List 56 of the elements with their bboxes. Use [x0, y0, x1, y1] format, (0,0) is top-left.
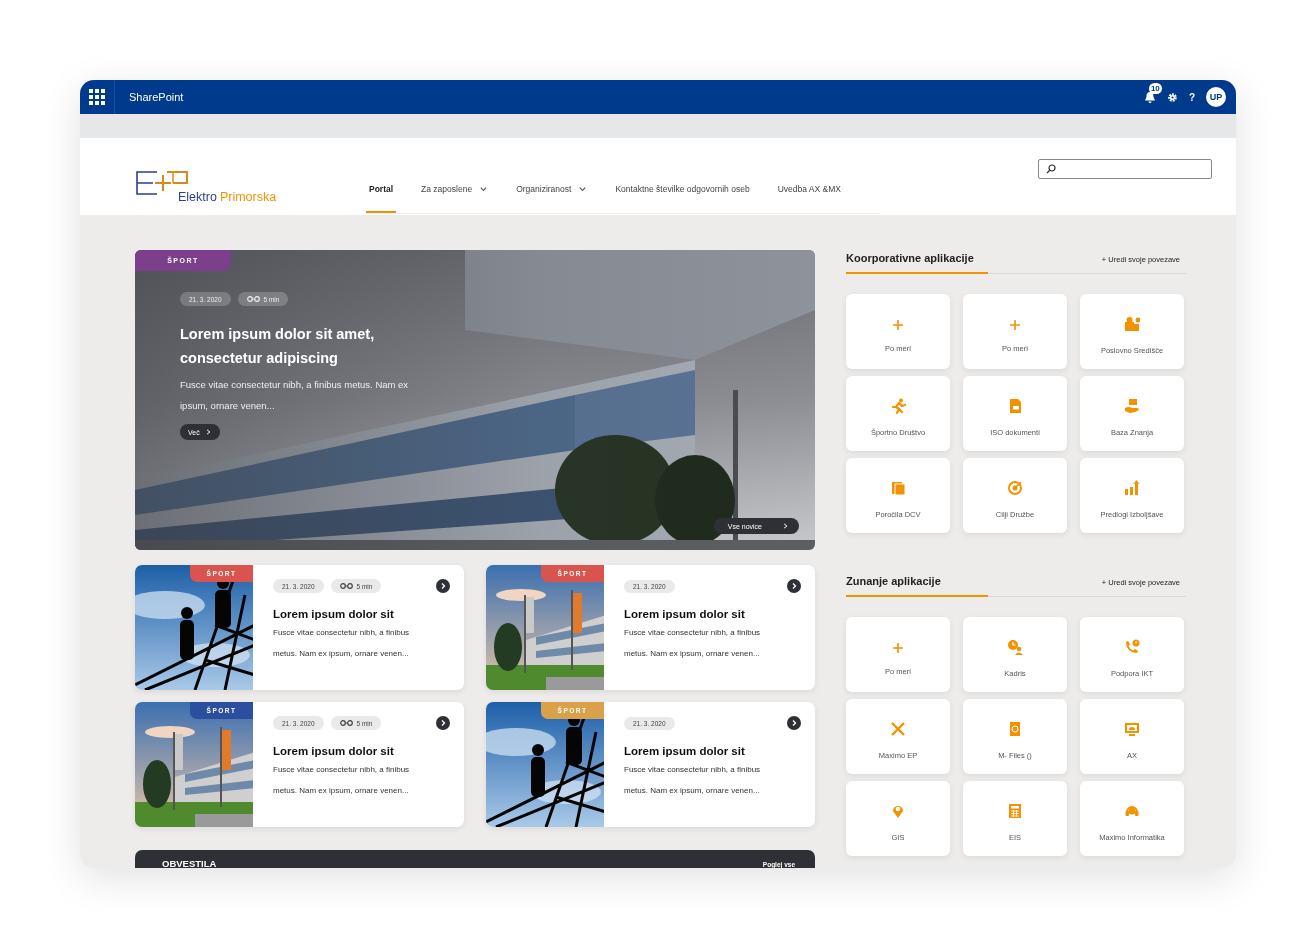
- news-excerpt: Fusce vitae consectetur nibh, a finibus metus. Nam ex ipsum, ornare venen...: [180, 378, 410, 413]
- app-icon: [1007, 721, 1023, 737]
- arrow-button[interactable]: [436, 579, 450, 593]
- glasses-icon: [339, 582, 353, 590]
- section-title: OBVESTILA: [162, 858, 217, 868]
- search-field[interactable]: [1038, 159, 1212, 179]
- chevron-right-icon: [782, 522, 789, 530]
- help-button[interactable]: ?: [1188, 91, 1195, 103]
- app-icon: [1007, 639, 1023, 655]
- app-icon: [1124, 316, 1140, 332]
- search-icon: [1046, 164, 1056, 174]
- section-title: Koorporativne aplikacije: [846, 252, 974, 264]
- app-icon: [1007, 398, 1023, 414]
- section-title: Zunanje aplikacije: [846, 575, 941, 587]
- app-icon: [1007, 480, 1023, 496]
- app-icon: [1124, 721, 1140, 737]
- app-icon: [890, 803, 906, 819]
- notification-badge: 10: [1148, 82, 1162, 94]
- logo-text: Primorska: [219, 190, 277, 204]
- user-avatar[interactable]: UP: [1206, 87, 1226, 107]
- news-title: Lorem ipsum dolor sit: [624, 745, 746, 757]
- app-icon: [1007, 803, 1023, 819]
- app-icon: [890, 480, 906, 496]
- nav-tab[interactable]: Portal: [366, 184, 397, 213]
- app-icon: [890, 721, 906, 737]
- nav-tab[interactable]: Kontaktne številke odgovornih oseb: [612, 184, 753, 213]
- news-title: Lorem ipsum dolor sit amet, consectetur adipiscing: [180, 325, 376, 368]
- app-icon: [890, 398, 906, 414]
- news-excerpt: Fusce vitae consectetur nibh, a finibus metus. Nam ex ipsum, ornare venen...: [624, 627, 762, 660]
- bell-icon[interactable]: [1143, 90, 1156, 104]
- nav-tab[interactable]: Za zaposlene: [418, 184, 492, 213]
- glasses-icon: [246, 295, 260, 303]
- arrow-button[interactable]: [787, 716, 801, 730]
- app-icon: [1124, 480, 1140, 496]
- app-launcher-icon[interactable]: [89, 89, 105, 105]
- logo-text: Elektro: [178, 190, 217, 204]
- news-excerpt: Fusce vitae consectetur nibh, a finibus metus. Nam ex ipsum, ornare venen...: [273, 764, 411, 797]
- plus-icon: [893, 643, 903, 653]
- nav-tab[interactable]: Uvedba AX &MX: [774, 184, 844, 213]
- plus-icon: [893, 320, 903, 330]
- news-excerpt: Fusce vitae consectetur nibh, a finibus metus. Nam ex ipsum, ornare venen...: [624, 764, 762, 797]
- arrow-button[interactable]: [436, 716, 450, 730]
- arrow-button[interactable]: [787, 579, 801, 593]
- news-excerpt: Fusce vitae consectetur nibh, a finibus metus. Nam ex ipsum, ornare venen...: [273, 627, 411, 660]
- settings-icon[interactable]: [1166, 91, 1178, 103]
- plus-icon: [1010, 320, 1020, 330]
- chevron-right-icon: [204, 428, 212, 436]
- app-icon: [1124, 398, 1140, 414]
- news-title: Lorem ipsum dolor sit: [273, 608, 395, 620]
- news-title: Lorem ipsum dolor sit: [273, 745, 395, 757]
- app-name[interactable]: SharePoint: [129, 91, 184, 103]
- nav-tab[interactable]: Organiziranost: [513, 184, 591, 213]
- news-title: Lorem ipsum dolor sit: [624, 608, 746, 620]
- app-icon: [1124, 803, 1140, 819]
- app-icon: [1124, 639, 1140, 655]
- glasses-icon: [339, 719, 353, 727]
